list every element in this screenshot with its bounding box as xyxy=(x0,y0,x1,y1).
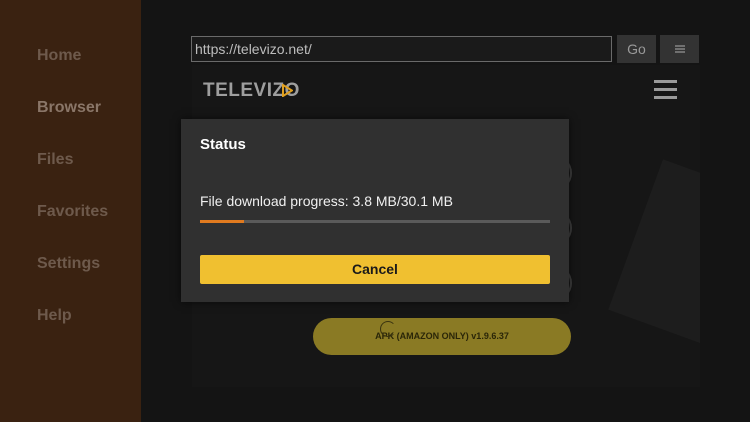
loading-spinner-icon xyxy=(380,321,396,337)
hamburger-icon[interactable] xyxy=(654,79,678,101)
sidebar-item-favorites[interactable]: Favorites xyxy=(37,203,108,221)
play-triangle-icon xyxy=(282,84,293,97)
progress-text: File download progress: 3.8 MB/30.1 MB xyxy=(200,193,453,209)
sidebar: Home Browser Files Favorites Settings He… xyxy=(0,0,141,422)
url-input[interactable]: https://televizo.net/ xyxy=(191,36,612,62)
menu-button[interactable] xyxy=(660,35,699,63)
background-graphic xyxy=(608,159,700,351)
sidebar-item-settings[interactable]: Settings xyxy=(37,255,100,273)
sidebar-item-files[interactable]: Files xyxy=(37,151,73,169)
cancel-button[interactable]: Cancel xyxy=(200,255,550,284)
sidebar-item-home[interactable]: Home xyxy=(37,47,81,65)
progress-bar xyxy=(200,220,550,223)
dialog-title: Status xyxy=(200,136,246,153)
sidebar-item-browser[interactable]: Browser xyxy=(37,99,101,117)
menu-icon xyxy=(674,45,685,53)
go-button[interactable]: Go xyxy=(617,35,656,63)
sidebar-item-help[interactable]: Help xyxy=(37,307,72,325)
progress-bar-fill xyxy=(200,220,245,223)
apk-download-button[interactable]: APK (AMAZON ONLY) v1.9.6.37 xyxy=(313,318,571,355)
status-dialog: Status File download progress: 3.8 MB/30… xyxy=(181,119,569,302)
